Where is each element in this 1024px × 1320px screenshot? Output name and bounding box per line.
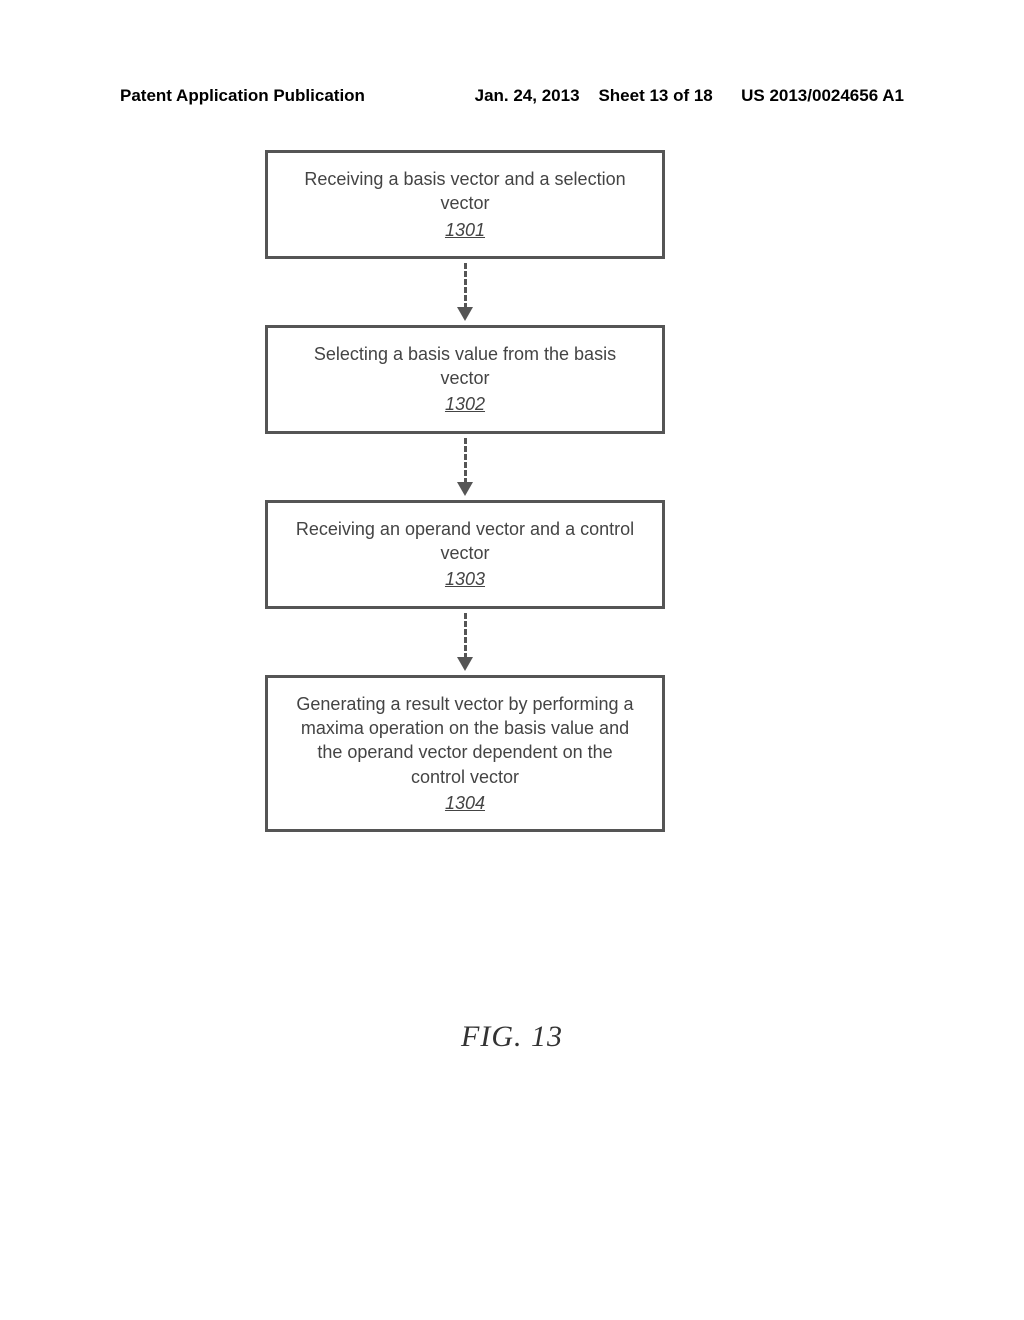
flow-arrow xyxy=(457,609,473,675)
arrow-line xyxy=(464,613,467,659)
arrow-head-icon xyxy=(457,657,473,671)
arrow-head-icon xyxy=(457,307,473,321)
flow-step-3: Receiving an operand vector and a contro… xyxy=(265,500,665,609)
flow-arrow xyxy=(457,259,473,325)
arrow-line xyxy=(464,263,467,309)
flow-step-ref: 1303 xyxy=(288,567,642,591)
page-header: Patent Application Publication Jan. 24, … xyxy=(0,86,1024,106)
arrow-head-icon xyxy=(457,482,473,496)
flowchart: Receiving a basis vector and a selection… xyxy=(255,150,675,832)
header-pubno: US 2013/0024656 A1 xyxy=(741,86,904,105)
flow-step-ref: 1304 xyxy=(288,791,642,815)
flow-step-text: Generating a result vector by performing… xyxy=(288,692,642,789)
figure-label: FIG. 13 xyxy=(0,1020,1024,1054)
flow-step-1: Receiving a basis vector and a selection… xyxy=(265,150,665,259)
header-publication: Patent Application Publication xyxy=(120,86,365,106)
flow-step-text: Receiving a basis vector and a selection… xyxy=(288,167,642,216)
flow-step-text: Receiving an operand vector and a contro… xyxy=(288,517,642,566)
flow-step-4: Generating a result vector by performing… xyxy=(265,675,665,832)
flow-step-text: Selecting a basis value from the basis v… xyxy=(288,342,642,391)
header-right-group: Jan. 24, 2013 Sheet 13 of 18 US 2013/002… xyxy=(475,86,904,106)
header-sheet: Sheet 13 of 18 xyxy=(598,86,712,105)
header-date: Jan. 24, 2013 xyxy=(475,86,580,105)
flow-arrow xyxy=(457,434,473,500)
flow-step-ref: 1301 xyxy=(288,218,642,242)
flow-step-ref: 1302 xyxy=(288,392,642,416)
flow-step-2: Selecting a basis value from the basis v… xyxy=(265,325,665,434)
arrow-line xyxy=(464,438,467,484)
